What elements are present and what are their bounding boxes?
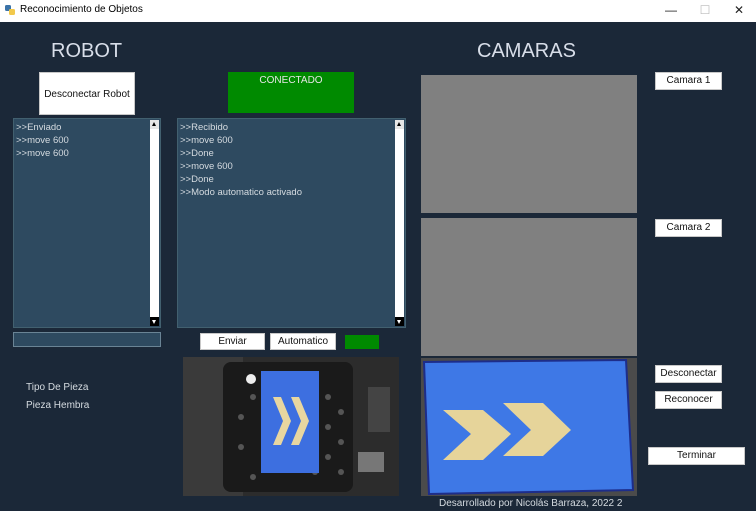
close-button[interactable]: ✕	[722, 0, 756, 22]
received-log-scrollbar[interactable]	[395, 120, 404, 326]
scroll-up-arrow-icon[interactable]	[395, 120, 404, 129]
scroll-down-arrow-icon[interactable]	[150, 317, 159, 326]
camera1-feed	[421, 75, 637, 213]
sent-log-text: >>Enviado >>move 600 >>move 600	[16, 122, 69, 159]
disconnect-camera-button[interactable]: Desconectar	[655, 365, 722, 383]
piece-type-label: Tipo De Pieza	[26, 382, 89, 393]
python-app-icon	[5, 5, 15, 15]
connection-status: CONECTADO	[228, 72, 354, 113]
finish-button[interactable]: Terminar	[648, 447, 745, 465]
disconnect-robot-button[interactable]: Desconectar Robot	[39, 72, 135, 115]
sent-log-textbox[interactable]: >>Enviado >>move 600 >>move 600	[13, 118, 161, 328]
camera2-feed	[421, 218, 637, 356]
sent-log-scrollbar[interactable]	[150, 120, 159, 326]
automatic-button[interactable]: Automatico	[270, 333, 336, 350]
title-bar: Reconocimiento de Objetos — ☐ ✕	[0, 0, 756, 22]
received-log-textbox[interactable]: >>Recibido >>move 600 >>Done >>move 600 …	[177, 118, 406, 328]
cameras-heading: CAMARAS	[477, 40, 576, 62]
robot-heading: ROBOT	[51, 40, 123, 62]
minimize-button[interactable]: —	[654, 0, 688, 22]
scroll-up-arrow-icon[interactable]	[150, 120, 159, 129]
send-button[interactable]: Enviar	[200, 333, 265, 350]
footer-credit: Desarrollado por Nicolás Barraza, 2022 2	[439, 498, 623, 509]
scroll-down-arrow-icon[interactable]	[395, 317, 404, 326]
window-title: Reconocimiento de Objetos	[20, 4, 143, 15]
received-log-text: >>Recibido >>move 600 >>Done >>move 600 …	[180, 122, 302, 198]
robot-camera-image	[183, 357, 399, 496]
recognition-result-image	[421, 358, 637, 496]
piece-type-value: Pieza Hembra	[26, 400, 90, 411]
main-window: ROBOT CAMARAS Desconectar Robot CONECTAD…	[0, 22, 756, 511]
command-input[interactable]	[13, 332, 161, 347]
camera1-button[interactable]: Camara 1	[655, 72, 722, 90]
recognize-button[interactable]: Reconocer	[655, 391, 722, 409]
maximize-button[interactable]: ☐	[688, 0, 722, 22]
automatic-indicator	[345, 335, 379, 349]
camera2-button[interactable]: Camara 2	[655, 219, 722, 237]
